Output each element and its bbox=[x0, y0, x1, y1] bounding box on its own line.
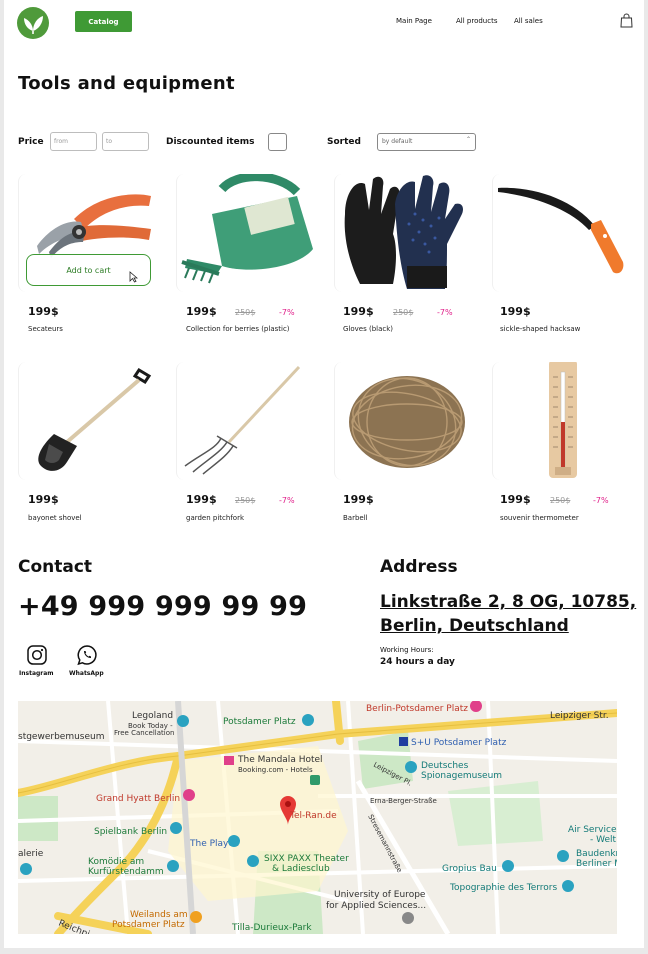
price-to-input[interactable]: to bbox=[102, 132, 149, 151]
map-label: S+U Potsdamer Platz bbox=[411, 738, 507, 748]
add-to-cart-label: Add to cart bbox=[66, 265, 111, 275]
map-label: Topographie des Terrors bbox=[449, 883, 557, 893]
product-name[interactable]: Gloves (black) bbox=[343, 325, 393, 333]
sort-select-value: by default bbox=[382, 138, 413, 145]
map-label: Weilands am bbox=[130, 910, 188, 920]
instagram-icon[interactable] bbox=[26, 644, 48, 670]
product-image-berry-collector[interactable] bbox=[176, 174, 316, 292]
map-label: Komödie am bbox=[88, 857, 144, 867]
price-from-input[interactable]: from bbox=[50, 132, 97, 151]
product-image-pitchfork[interactable] bbox=[176, 362, 316, 480]
product-name[interactable]: sickle-shaped hacksaw bbox=[500, 325, 580, 333]
product-name[interactable]: Secateurs bbox=[28, 325, 63, 333]
product-name[interactable]: souvenir thermometer bbox=[500, 514, 579, 522]
map-label: Deutsches bbox=[421, 761, 469, 771]
map-label: University of Europe bbox=[334, 890, 426, 900]
logo[interactable] bbox=[17, 7, 49, 39]
product-discount: -7% bbox=[279, 496, 295, 505]
contact-phone[interactable]: +49 999 999 99 99 bbox=[18, 591, 307, 622]
product-image-gloves[interactable] bbox=[334, 174, 474, 292]
product-price: 199$ bbox=[186, 493, 217, 506]
product-old-price: 250$ bbox=[550, 496, 571, 505]
map-label: Gropius Bau bbox=[442, 864, 497, 874]
address-line-2: Berlin, Deutschland bbox=[380, 616, 569, 636]
product-image-shovel[interactable] bbox=[18, 362, 158, 480]
discounted-items-label: Discounted items bbox=[166, 137, 255, 147]
map-label: Potsdamer Platz bbox=[112, 920, 185, 930]
product-old-price: 250$ bbox=[393, 308, 414, 317]
product-price: 199$ bbox=[343, 493, 374, 506]
map-label: Air Service bbox=[568, 825, 617, 835]
working-hours-value: 24 hours a day bbox=[380, 657, 455, 667]
catalog-button[interactable]: Catalog bbox=[75, 11, 132, 32]
nav-main-page[interactable]: Main Page bbox=[396, 17, 432, 25]
map-label: alerie bbox=[18, 849, 44, 859]
map-label: Berliner M bbox=[576, 859, 617, 869]
shopping-bag-icon[interactable] bbox=[620, 13, 633, 32]
map-label: Leipziger Str. bbox=[550, 711, 609, 721]
map-label: Berlin-Potsdamer Platz bbox=[366, 704, 468, 714]
map-label: Baudenkm bbox=[576, 849, 617, 859]
map-label: & Ladiesclub bbox=[272, 864, 330, 874]
sort-select[interactable]: by default ⌃ bbox=[377, 133, 476, 151]
map-label: The Mandala Hotel bbox=[237, 755, 323, 765]
map-label: Grand Hyatt Berlin bbox=[96, 794, 180, 804]
product-discount: -7% bbox=[437, 308, 453, 317]
nav-all-products[interactable]: All products bbox=[456, 17, 497, 25]
whatsapp-icon[interactable] bbox=[76, 644, 98, 670]
product-discount: -7% bbox=[593, 496, 609, 505]
cursor-pointer-icon bbox=[129, 268, 139, 287]
product-name[interactable]: Barbell bbox=[343, 514, 368, 522]
map-label: Erna-Berger-Straße bbox=[370, 797, 437, 805]
product-price: 199$ bbox=[500, 305, 531, 318]
product-image-twine-ball[interactable] bbox=[334, 362, 474, 480]
page-title: Tools and equipment bbox=[18, 73, 235, 94]
address-title: Address bbox=[380, 557, 458, 577]
map-label: Tilla-Durieux-Park bbox=[231, 923, 312, 933]
product-price: 199$ bbox=[28, 493, 59, 506]
map-label: Legoland bbox=[132, 711, 173, 721]
address-link[interactable]: Linkstraße 2, 8 OG, 10785, Berlin, Deuts… bbox=[380, 590, 636, 638]
contact-title: Contact bbox=[18, 557, 93, 577]
leaf-logo-icon bbox=[24, 16, 43, 34]
map-label: SIXX PAXX Theater bbox=[264, 854, 349, 864]
map-label: stgewerbemuseum bbox=[18, 732, 104, 742]
map-label: Tel-Ran.de bbox=[289, 811, 337, 821]
product-old-price: 250$ bbox=[235, 308, 256, 317]
product-discount: -7% bbox=[279, 308, 295, 317]
sorted-label: Sorted bbox=[327, 137, 361, 147]
product-image-thermometer[interactable] bbox=[492, 362, 632, 480]
map-label: Booking.com - Hotels bbox=[238, 766, 313, 774]
product-name[interactable]: garden pitchfork bbox=[186, 514, 244, 522]
product-old-price: 250$ bbox=[235, 496, 256, 505]
map-label: Spionagemuseum bbox=[421, 771, 502, 781]
map-label: for Applied Sciences... bbox=[326, 901, 426, 911]
product-name[interactable]: Collection for berries (plastic) bbox=[186, 325, 290, 333]
whatsapp-label: WhatsApp bbox=[69, 670, 104, 677]
product-price: 199$ bbox=[343, 305, 374, 318]
product-image-hacksaw[interactable] bbox=[492, 174, 632, 292]
working-hours-label: Working Hours: bbox=[380, 646, 434, 654]
instagram-label: Instagram bbox=[19, 670, 54, 677]
product-price: 199$ bbox=[500, 493, 531, 506]
map-label: Potsdamer Platz bbox=[223, 717, 296, 727]
map-label: - Welt bbox=[590, 835, 617, 845]
map-label: Free Cancellation bbox=[114, 729, 174, 737]
price-filter-label: Price bbox=[18, 137, 44, 147]
location-map[interactable]: Legoland Book Today - Free Cancellation … bbox=[18, 701, 617, 934]
product-price: 199$ bbox=[28, 305, 59, 318]
address-line-1: Linkstraße 2, 8 OG, 10785, bbox=[380, 592, 637, 612]
page: Catalog Main Page All products All sales… bbox=[4, 0, 644, 948]
discounted-items-checkbox[interactable] bbox=[268, 133, 287, 151]
product-name[interactable]: bayonet shovel bbox=[28, 514, 82, 522]
nav-all-sales[interactable]: All sales bbox=[514, 17, 543, 25]
map-label: Kurfürstendamm bbox=[88, 867, 164, 877]
map-label: Spielbank Berlin bbox=[94, 827, 167, 837]
chevron-down-icon: ⌃ bbox=[465, 136, 471, 143]
product-price: 199$ bbox=[186, 305, 217, 318]
